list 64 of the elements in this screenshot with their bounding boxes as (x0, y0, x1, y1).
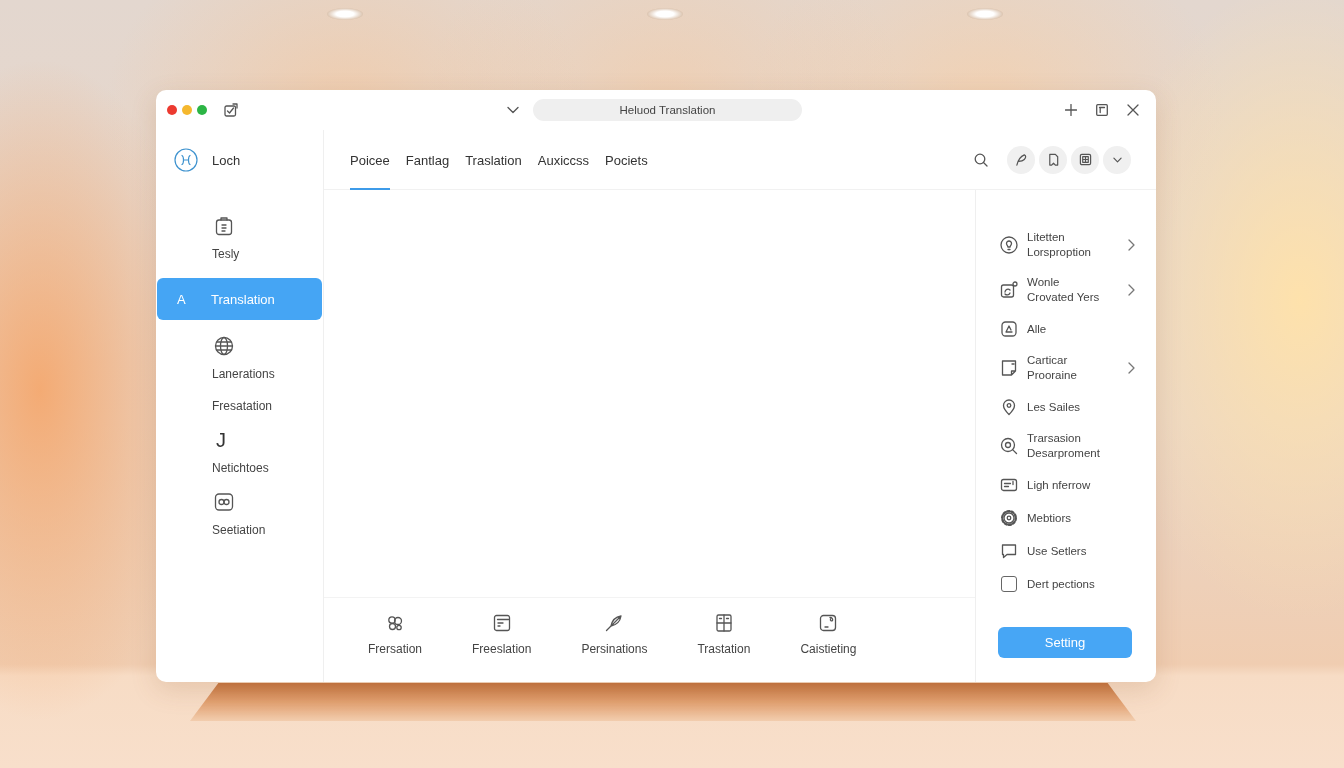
bookmark-icon (1046, 153, 1060, 166)
sidebar-item[interactable]: J Netichtoes (212, 430, 269, 476)
toolbar-button[interactable]: Freeslation (472, 613, 532, 657)
clipboard-icon (214, 216, 234, 236)
grid-icon (713, 613, 734, 633)
card-icon (1000, 476, 1018, 494)
sidebar-item[interactable]: Lanerations (212, 336, 275, 382)
traffic-light-icon[interactable] (197, 105, 207, 115)
tab[interactable]: Fantlag (405, 130, 450, 190)
logo-icon (174, 148, 198, 172)
triangle-square-icon (1000, 320, 1018, 338)
grid-button[interactable] (1071, 145, 1099, 174)
sidebar-item[interactable]: Fresatation (212, 398, 273, 414)
gear-icon (1000, 509, 1018, 527)
document-icon (1000, 359, 1018, 377)
ceiling-light-icon (967, 8, 1003, 20)
panel-item[interactable]: Mebtiors (1000, 509, 1136, 527)
toolbar-button[interactable]: Frersation (368, 613, 423, 657)
close-icon[interactable] (1127, 104, 1139, 116)
grid-icon (1078, 153, 1092, 166)
panel-item[interactable]: Les Sailes (1000, 398, 1136, 416)
toolbar-button[interactable]: Persinations (581, 613, 648, 657)
plus-icon[interactable] (1065, 104, 1077, 116)
bookmark-button[interactable] (1039, 145, 1067, 174)
tab[interactable]: Poicee (350, 130, 390, 190)
panel-item[interactable]: Alle (1000, 320, 1136, 338)
panel-item[interactable]: Wonle Crovated Yers (1000, 275, 1136, 305)
ceiling-light-icon (327, 8, 363, 20)
toolbar-button[interactable]: Caistieting (800, 613, 857, 657)
location-pin-icon (1000, 398, 1018, 416)
panel-item[interactable]: Carticar Prooraine (1000, 353, 1136, 383)
chevron-down-icon (1112, 156, 1122, 163)
panel-item[interactable]: Ligh nferrow (1000, 476, 1136, 494)
search-icon[interactable] (974, 152, 988, 167)
sidebar-item[interactable]: Tesly (212, 216, 240, 262)
chat-bubble-icon (1000, 542, 1018, 560)
cluster-icon (385, 613, 405, 633)
ceiling-light-icon (647, 8, 683, 20)
globe-icon (214, 336, 234, 356)
address-field[interactable]: Heluod Translation (533, 99, 802, 121)
chevron-down-icon[interactable] (507, 106, 519, 114)
sticky-note-icon (818, 613, 839, 633)
panel-icon[interactable] (1096, 104, 1108, 116)
panel-item[interactable]: Dert pections (1000, 575, 1136, 593)
badge-icon (214, 492, 234, 512)
search-icon (1000, 437, 1018, 455)
panel-item[interactable]: Trarsasion Desarproment (1000, 431, 1136, 461)
pen-icon (1014, 153, 1028, 166)
panel-item[interactable]: Litetten Lorsproption (1000, 230, 1136, 260)
notepad-icon (491, 613, 512, 633)
refresh-square-icon (1000, 281, 1018, 299)
checked-square-icon[interactable] (224, 103, 238, 117)
bulb-circle-icon (1000, 236, 1018, 254)
brand-name: Loch (212, 152, 241, 168)
traffic-light-icon[interactable] (167, 105, 177, 115)
feather-pen-icon (604, 613, 625, 633)
panel-item[interactable]: Use Setlers (1000, 542, 1136, 560)
pen-button[interactable] (1007, 145, 1035, 174)
checkbox[interactable] (1001, 576, 1017, 592)
tab[interactable]: Auxiccss (537, 130, 590, 190)
tab[interactable]: Traslation (465, 130, 522, 190)
sidebar-item[interactable]: Seetiation (212, 492, 266, 538)
toolbar-button[interactable]: Trastation (697, 613, 751, 657)
tab[interactable]: Pociets (605, 130, 648, 190)
